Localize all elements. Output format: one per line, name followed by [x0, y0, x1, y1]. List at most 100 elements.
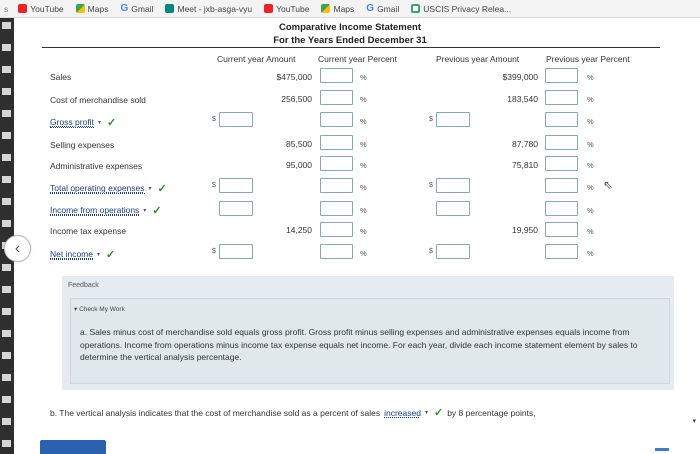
- part-b: b. The vertical analysis indicates that …: [50, 406, 536, 419]
- income-ops-previous-percent-input[interactable]: [545, 201, 578, 216]
- cogs-current-percent-input[interactable]: [320, 90, 353, 105]
- total-opex-current-percent-input[interactable]: [320, 178, 353, 193]
- income-ops-current-amount-input[interactable]: [219, 201, 253, 216]
- chevron-down-icon: ▾: [143, 208, 147, 214]
- cogs-previous-percent-input[interactable]: [545, 90, 578, 105]
- net-income-current-percent-input[interactable]: [320, 244, 353, 259]
- gross-profit-label: Gross profit: [50, 117, 94, 128]
- total-opex-previous-amount-input[interactable]: [436, 178, 470, 193]
- meet-icon: [165, 4, 175, 13]
- row-label-cogs: Cost of merchandise sold: [50, 95, 146, 105]
- bookmark-item[interactable]: USCIS Privacy Relea...: [411, 4, 511, 14]
- bookmark-label: USCIS Privacy Relea...: [423, 3, 512, 14]
- tax-current-percent-input[interactable]: [320, 222, 353, 237]
- percent-sign: %: [587, 249, 594, 258]
- net-income-select[interactable]: Net income ▾ ✓: [50, 248, 115, 261]
- bookmarks-bar: s YouTube Maps G Gmail Meet - jxb-asga-vyu Yo…: [0, 0, 700, 18]
- gross-profit-current-amount-input[interactable]: [219, 112, 253, 127]
- percent-sign: %: [360, 117, 367, 126]
- stripe-notch: [2, 440, 11, 447]
- dollar-sign: $: [212, 116, 216, 123]
- bookmark-label: Maps: [87, 3, 109, 14]
- bookmark-item[interactable]: Meet - jxb-asga-vyu: [165, 4, 252, 14]
- bookmark-item[interactable]: YouTube: [264, 4, 309, 14]
- maps-icon: [75, 4, 85, 13]
- feedback-label: Feedback: [68, 282, 99, 289]
- gross-profit-select[interactable]: Gross profit ▾ ✓: [50, 116, 116, 129]
- bookmark-item[interactable]: Maps: [321, 4, 354, 14]
- stripe-notch: [2, 198, 11, 205]
- bookmark-label: YouTube: [276, 3, 310, 14]
- percent-sign: %: [360, 161, 367, 170]
- part-b-prefix: b. The vertical analysis indicates that …: [50, 407, 381, 418]
- col-current-percent: Current year Percent: [318, 54, 397, 64]
- dollar-sign: $: [212, 248, 216, 255]
- gross-profit-current-percent-input[interactable]: [320, 112, 353, 127]
- percent-sign: %: [360, 249, 367, 258]
- percent-sign: %: [587, 161, 594, 170]
- previous-button[interactable]: ‹: [4, 235, 31, 262]
- admin-previous-percent-input[interactable]: [545, 156, 578, 171]
- stripe-notch: [2, 66, 11, 73]
- stripe-notch: [2, 418, 11, 425]
- bookmark-item[interactable]: Maps: [75, 3, 109, 14]
- scroll-down-icon[interactable]: ▾: [692, 417, 696, 425]
- submit-button[interactable]: [40, 440, 106, 454]
- stripe-notch: [2, 352, 11, 359]
- corner-indicator: [655, 448, 669, 451]
- income-ops-previous-amount-input[interactable]: [436, 201, 470, 216]
- income-ops-current-percent-input[interactable]: [320, 201, 353, 216]
- sales-previous-percent-input[interactable]: [545, 68, 578, 83]
- col-previous-percent: Previous year Percent: [546, 54, 630, 64]
- sales-current-percent-input[interactable]: [320, 68, 353, 83]
- cogs-current-amount: 256,500: [281, 94, 312, 104]
- dollar-sign: $: [429, 248, 433, 255]
- part-b-suffix: by 8 percentage points,: [447, 407, 536, 418]
- dollar-sign: $: [212, 182, 216, 189]
- check-my-work-toggle[interactable]: ▾ Check My Work: [74, 305, 125, 313]
- check-icon: ✓: [152, 205, 162, 217]
- bookmark-item[interactable]: G Gmail: [366, 3, 399, 14]
- net-income-label: Net income: [50, 249, 93, 260]
- total-opex-previous-percent-input[interactable]: [545, 178, 578, 193]
- income-ops-select[interactable]: Income from operations ▾ ✓: [50, 204, 162, 217]
- bookmark-label: Gmail: [377, 3, 400, 14]
- admin-current-percent-input[interactable]: [320, 156, 353, 171]
- gross-profit-previous-amount-input[interactable]: [436, 112, 470, 127]
- google-icon: G: [366, 3, 375, 14]
- net-income-previous-percent-input[interactable]: [545, 244, 578, 259]
- google-icon: G: [120, 3, 129, 14]
- selling-previous-percent-input[interactable]: [545, 135, 578, 150]
- sales-previous-amount: $399,000: [502, 72, 538, 82]
- percent-sign: %: [360, 73, 367, 82]
- bookmark-item[interactable]: YouTube: [18, 4, 64, 14]
- bookmark-item[interactable]: G Gmail: [120, 3, 153, 14]
- stripe-notch: [2, 374, 11, 381]
- tax-previous-percent-input[interactable]: [545, 222, 578, 237]
- bookmarks-overflow-icon[interactable]: s: [4, 4, 8, 14]
- tax-current-amount: 14,250: [286, 225, 312, 235]
- percent-sign: %: [587, 73, 594, 82]
- tax-previous-amount: 19,950: [512, 225, 538, 235]
- selling-current-amount: 85,500: [286, 139, 312, 149]
- total-opex-select[interactable]: Total operating expenses ▾ ✓: [50, 182, 167, 195]
- stripe-notch: [2, 396, 11, 403]
- youtube-icon: [264, 4, 274, 13]
- net-income-previous-amount-input[interactable]: [436, 244, 470, 259]
- net-income-current-amount-input[interactable]: [219, 244, 253, 259]
- dollar-sign: $: [429, 182, 433, 189]
- percent-sign: %: [587, 183, 594, 192]
- youtube-icon: [18, 4, 28, 13]
- percent-sign: %: [587, 95, 594, 104]
- maps-icon: [321, 4, 331, 13]
- percent-sign: %: [360, 140, 367, 149]
- row-label-selling: Selling expenses: [50, 140, 115, 150]
- gross-profit-previous-percent-input[interactable]: [545, 112, 578, 127]
- title-divider: [42, 47, 660, 48]
- part-b-select[interactable]: increased: [384, 408, 421, 418]
- total-opex-current-amount-input[interactable]: [219, 178, 253, 193]
- selling-current-percent-input[interactable]: [320, 135, 353, 150]
- stripe-notch: [2, 308, 11, 315]
- percent-sign: %: [587, 117, 594, 126]
- stripe-notch: [2, 286, 11, 293]
